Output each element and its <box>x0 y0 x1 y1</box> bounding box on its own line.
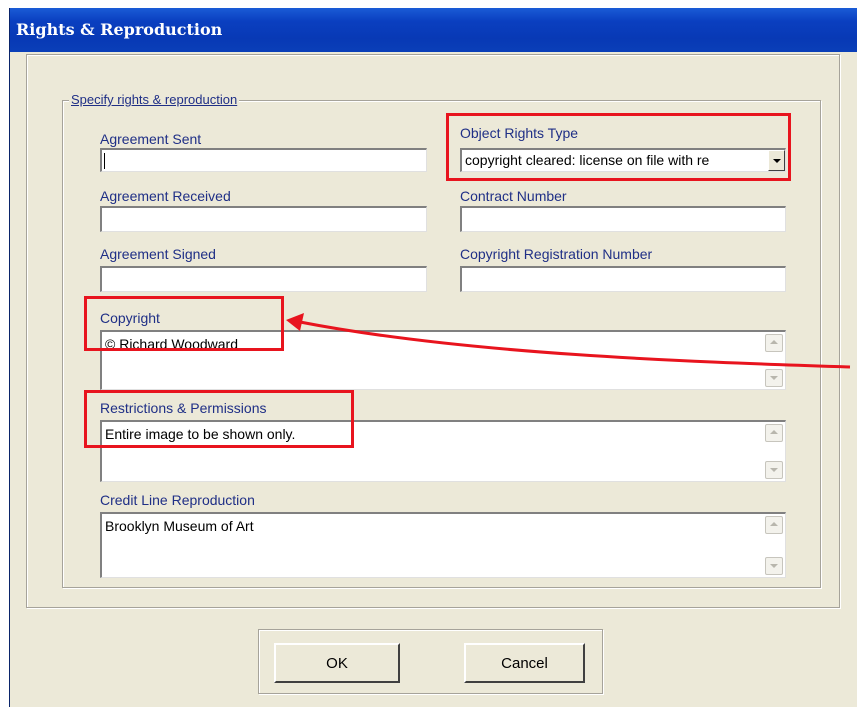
agreement-received-field[interactable] <box>100 206 427 232</box>
restrictions-permissions-value: Entire image to be shown only. <box>105 426 296 442</box>
scroll-down-icon[interactable] <box>765 557 783 575</box>
contract-number-field[interactable] <box>460 206 786 232</box>
scroll-down-icon[interactable] <box>765 369 783 387</box>
agreement-sent-field[interactable] <box>100 148 427 172</box>
chevron-down-icon[interactable] <box>768 150 785 171</box>
contract-number-label: Contract Number <box>460 188 567 204</box>
copyright-registration-number-field[interactable] <box>460 266 786 292</box>
window-title: Rights & Reproduction <box>16 20 223 39</box>
agreement-received-label: Agreement Received <box>100 188 231 204</box>
credit-line-reproduction-textarea[interactable]: Brooklyn Museum of Art <box>100 512 786 578</box>
copyright-scrollbar[interactable] <box>765 334 783 387</box>
object-rights-type-label: Object Rights Type <box>460 125 579 141</box>
scroll-up-icon[interactable] <box>765 516 783 534</box>
agreement-signed-label: Agreement Signed <box>100 246 216 262</box>
restrictions-permissions-label: Restrictions & Permissions <box>100 400 267 416</box>
copyright-label: Copyright <box>100 310 160 326</box>
ok-button[interactable]: OK <box>274 643 400 683</box>
agreement-signed-field[interactable] <box>100 266 427 292</box>
credit-line-reproduction-label: Credit Line Reproduction <box>100 492 255 508</box>
credit-line-reproduction-value: Brooklyn Museum of Art <box>105 518 254 534</box>
object-rights-type-value: copyright cleared: license on file with … <box>465 152 710 168</box>
groupbox-legend: Specify rights & reproduction <box>69 92 240 107</box>
agreement-sent-label: Agreement Sent <box>100 131 202 147</box>
credit-line-scrollbar[interactable] <box>765 516 783 575</box>
object-rights-type-select[interactable]: copyright cleared: license on file with … <box>460 148 786 172</box>
restrictions-permissions-textarea[interactable]: Entire image to be shown only. <box>100 420 786 482</box>
copyright-value: © Richard Woodward <box>105 336 238 352</box>
cancel-button[interactable]: Cancel <box>464 643 585 683</box>
title-bar[interactable]: Rights & Reproduction <box>10 8 857 52</box>
copyright-registration-number-label: Copyright Registration Number <box>460 246 653 262</box>
scroll-up-icon[interactable] <box>765 424 783 442</box>
restrictions-scrollbar[interactable] <box>765 424 783 479</box>
copyright-textarea[interactable]: © Richard Woodward <box>100 330 786 390</box>
text-caret <box>104 153 105 169</box>
scroll-up-icon[interactable] <box>765 334 783 352</box>
scroll-down-icon[interactable] <box>765 461 783 479</box>
